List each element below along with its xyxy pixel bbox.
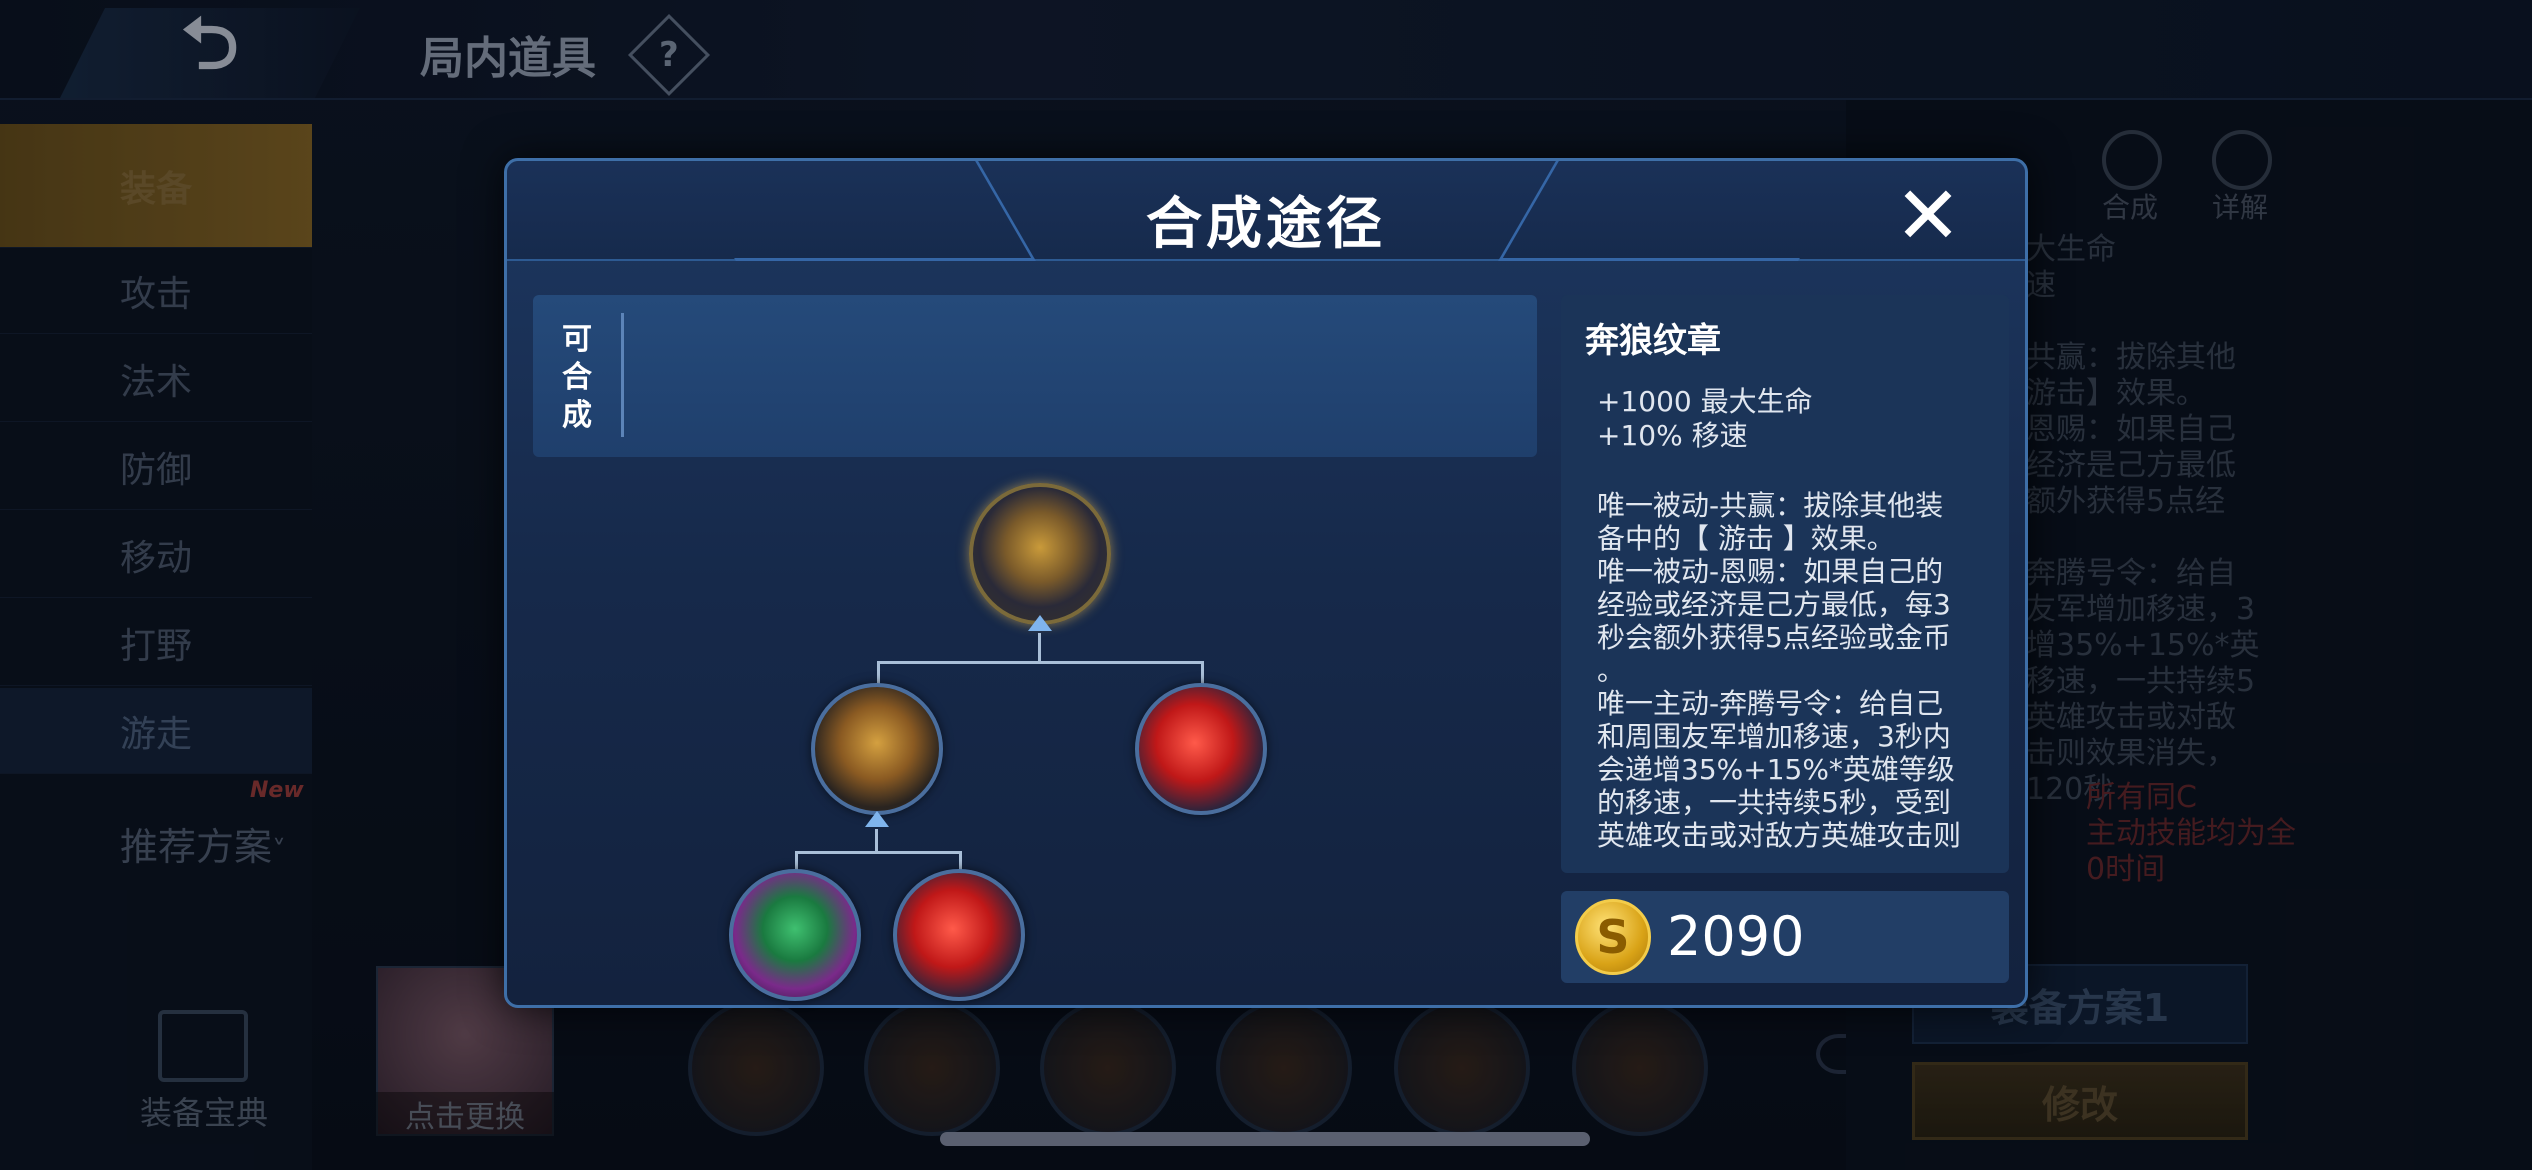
item-node-red-crystal[interactable] [1135,683,1267,815]
item-stats: +1000 最大生命 +10% 移速 [1597,385,1813,452]
item-node-red-crystal[interactable] [893,869,1025,1001]
close-button[interactable]: ✕ [1893,176,1963,256]
tree-line [875,829,878,853]
tree-line [877,661,1203,664]
item-description: 唯一被动-共赢：拔除其他装 备中的【 游击 】效果。 唯一被动-恩赐：如果自己的… [1597,489,1962,852]
tree-line [795,851,961,854]
item-info-panel: 奔狼纹章 +1000 最大生命 +10% 移速 唯一被动-共赢：拔除其他装 备中… [1561,295,2009,873]
item-node-wolf-emblem[interactable] [969,483,1111,625]
dialog-title: 合成途径 [1146,192,1386,257]
close-icon: ✕ [1894,169,1962,262]
arrow-up-icon [1028,615,1052,631]
divider [621,313,624,437]
craftable-label: 可 合 成 [562,322,592,433]
tree-line [1038,633,1041,663]
synthesis-path-dialog: 合成途径 ✕ 可 合 成 奔狼纹章 +1000 最大生命 +10% 移速 唯一被… [504,158,2028,1008]
item-node-shield[interactable] [811,683,943,815]
item-name: 奔狼纹章 [1585,321,1721,361]
price-box: S 2090 [1561,891,2009,983]
item-price: 2090 [1667,905,1805,968]
home-indicator[interactable] [940,1132,1590,1146]
gold-coin-icon: S [1575,899,1651,975]
synthesis-tree [533,471,1537,1001]
item-node-green-gem[interactable] [729,869,861,1001]
craftable-section: 可 合 成 [533,295,1537,457]
arrow-up-icon [865,811,889,827]
